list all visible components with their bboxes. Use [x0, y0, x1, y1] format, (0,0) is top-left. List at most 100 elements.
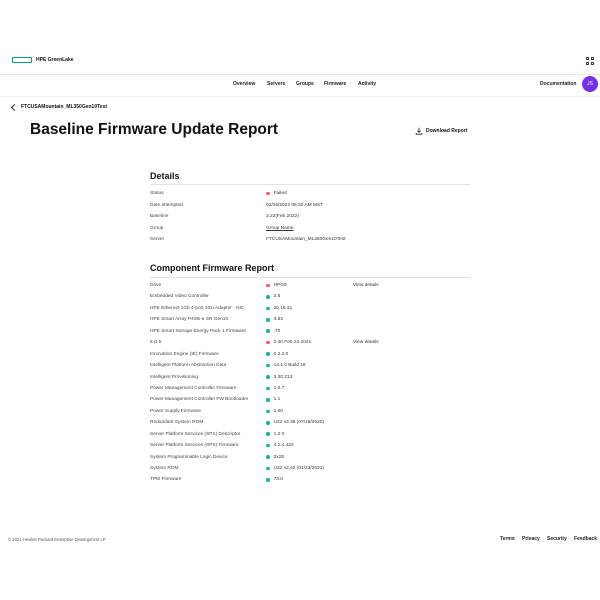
nav-overview[interactable]: Overview — [233, 81, 255, 87]
main-nav: Overview Servers Groups Firmware Activit… — [0, 78, 600, 96]
row-value: HPG5 — [266, 283, 287, 288]
nav-groups[interactable]: Groups — [296, 81, 314, 87]
row-label: System ROM — [150, 466, 179, 472]
status-ok-icon — [266, 306, 270, 311]
row-label: Date attempted — [150, 202, 183, 208]
row-label: iLO 5 — [150, 340, 162, 346]
download-icon — [415, 127, 423, 135]
firmware-row: HPE Smart Array P408i-a SR Gen10 3.53 — [150, 317, 470, 328]
firmware-row: Server Platform Services (SPS) Descripto… — [150, 432, 470, 443]
status-ok-icon — [266, 318, 270, 322]
documentation-link[interactable]: Documentation — [540, 81, 576, 87]
row-value-text: 2.22(Feb 2022) — [266, 214, 299, 219]
view-details-link[interactable]: View details — [353, 340, 379, 345]
row-label: Embedded Video Controller — [150, 294, 209, 300]
row-value-text[interactable]: Group Name — [266, 226, 293, 231]
row-value-text: 73.0 — [273, 477, 283, 483]
nav-servers[interactable]: Servers — [267, 81, 285, 87]
avatar[interactable]: JS — [582, 76, 598, 92]
row-value: FTCUSAMountain_ML350Gen10Test — [266, 237, 345, 242]
firmware-row: Power Management Controller FW Bootloade… — [150, 397, 470, 408]
firmware-row: Intelligent Platform Abstraction Data 14.… — [150, 363, 470, 374]
row-label: Power Management Controller FW Bootloade… — [150, 397, 249, 403]
footer-terms-link[interactable]: Terms — [500, 536, 515, 542]
row-label: Group — [150, 225, 164, 231]
row-value-text: 2.5 — [273, 294, 281, 300]
status-failed-icon — [266, 191, 270, 196]
group-name-link[interactable]: Group Name — [266, 226, 293, 231]
status-ok-icon — [266, 443, 270, 448]
firmware-row: Innovation Engine (IE) Firmware 0.2.2.0 — [150, 352, 470, 363]
firmware-row: HPE Ethernet 1Gb 4-port 331i Adapter - N… — [150, 306, 470, 317]
detail-row: Group Group Name — [150, 226, 470, 237]
row-value-text: 0x2E — [273, 454, 285, 460]
row-value: 4.1.4.423 — [266, 443, 294, 448]
breadcrumb-label[interactable]: FTCUSAMountain_ML350Gen10Test — [21, 104, 107, 110]
download-report-button[interactable]: Download Report — [415, 127, 467, 135]
row-value: 1.00 — [266, 409, 283, 414]
row-label: Drive — [150, 283, 162, 288]
row-value-text: 1.2 0 — [273, 431, 285, 437]
footer-feedback-link[interactable]: Feedback — [574, 536, 597, 542]
row-label: Status — [150, 191, 164, 196]
row-label: Server Platform Services (SPS) Descripto… — [150, 431, 241, 437]
row-value: 1.0.7 — [266, 386, 284, 391]
row-value: 1.1 — [266, 397, 280, 402]
row-value-text: FTCUSAMountain_ML350Gen10Test — [266, 237, 346, 242]
nav-divider — [0, 96, 600, 97]
firmware-row: Embedded Video Controller 2.5 — [150, 294, 470, 305]
row-value: 0x2E — [266, 455, 285, 460]
row-value-text: U32 v2.42 (01/23/2021) — [273, 466, 324, 472]
row-value-text: 14.1.0 Build 18 — [273, 363, 306, 369]
app-grid-icon[interactable] — [586, 57, 595, 66]
status-ok-icon — [266, 352, 270, 356]
row-value: 02/25/2022 08:32 AM MST — [266, 203, 323, 208]
firmware-row: System Programmable Logic Device 0x2E — [150, 455, 470, 466]
firmware-row: Redundant System ROM U32 v2.36 (07/16/202… — [150, 420, 470, 431]
row-value: Failed — [266, 191, 287, 196]
row-label: HPE Ethernet 1Gb 4-port 331i Adapter - N… — [150, 305, 245, 311]
row-value: 1.2 0 — [266, 432, 284, 437]
footer-privacy-link[interactable]: Privacy — [522, 536, 540, 542]
row-label: System Programmable Logic Device — [150, 454, 228, 460]
row-label: Server — [150, 237, 165, 242]
row-value: 0.2.2.0 — [266, 352, 288, 357]
firmware-row: Server Platform Services (SPS) Firmware 4… — [150, 443, 470, 454]
status-failed-icon — [266, 340, 270, 345]
row-label: HPE Smart Storage Energy Pack 1 Firmware — [150, 328, 246, 334]
firmware-row: System ROM U32 v2.42 (01/23/2021) — [150, 466, 470, 477]
view-details-link[interactable]: View details — [353, 283, 379, 288]
row-value-text: 20.18.31 — [273, 305, 293, 311]
nav-activity[interactable]: Activity — [358, 81, 376, 87]
brand-name: HPE GreenLake — [36, 57, 74, 63]
row-value: .70 — [266, 329, 280, 334]
top-header: HPE GreenLake — [0, 0, 600, 75]
status-ok-icon — [266, 363, 270, 368]
row-value-text: U32 v2.36 (07/16/2020) — [273, 420, 324, 426]
row-value-text: 3.30.213 — [273, 374, 293, 380]
row-label: TPM Firmware — [150, 477, 182, 483]
row-label: Redundant System ROM — [150, 420, 204, 426]
chevron-left-icon[interactable] — [10, 103, 19, 111]
firmware-row: Intelligent Provisioning 3.30.213 — [150, 375, 470, 386]
page-title: Baseline Firmware Update Report — [30, 121, 279, 138]
status-ok-icon — [266, 398, 270, 402]
download-report-label: Download Report — [426, 128, 468, 134]
row-label: Intelligent Provisioning — [150, 374, 198, 380]
brand[interactable]: HPE GreenLake — [12, 57, 74, 63]
row-value-text: 1.1 — [273, 397, 281, 403]
row-value-text: Failed — [273, 191, 287, 196]
footer-security-link[interactable]: Security — [547, 536, 567, 542]
breadcrumb[interactable]: FTCUSAMountain_ML350Gen10Test — [10, 103, 107, 111]
hpe-logo-icon — [12, 57, 32, 63]
firmware-row: Power Management Controller Firmware 1.0.… — [150, 386, 470, 397]
status-ok-icon — [266, 455, 270, 459]
row-value-text: 0.2.2.0 — [273, 351, 289, 357]
firmware-row: Drive HPG5 View details — [150, 283, 470, 294]
row-value: U32 v2.42 (01/23/2021) — [266, 466, 324, 471]
detail-row: Server FTCUSAMountain_ML350Gen10Test — [150, 237, 470, 248]
row-value: 3.30.213 — [266, 375, 292, 380]
details-divider — [150, 184, 470, 185]
nav-firmware[interactable]: Firmware — [324, 81, 346, 87]
status-ok-icon — [266, 466, 270, 471]
